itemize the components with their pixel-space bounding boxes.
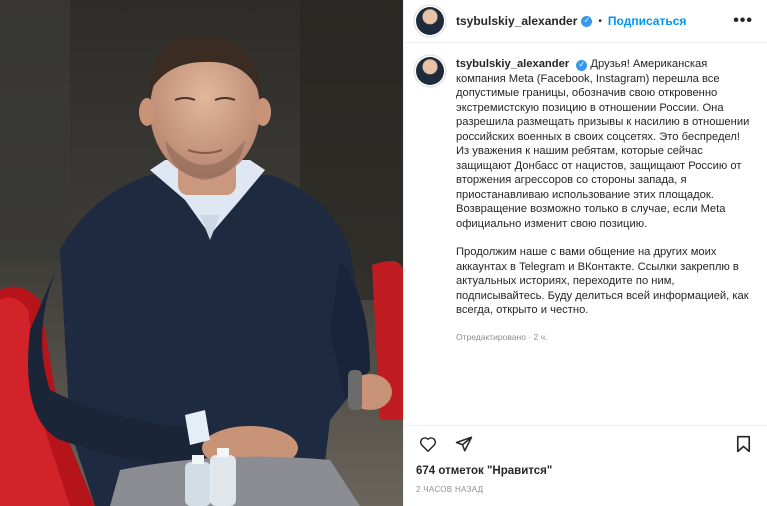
post-photo	[0, 0, 403, 506]
username[interactable]: tsybulskiy_alexander	[456, 14, 577, 28]
avatar[interactable]	[416, 7, 444, 35]
caption-text-1: Друзья! Американская компания Meta (Face…	[456, 58, 750, 230]
bookmark-icon[interactable]	[731, 432, 755, 456]
caption-username[interactable]: tsybulskiy_alexander	[456, 58, 569, 70]
caption-paragraph-1: tsybulskiy_alexander ✓ Друзья! Американс…	[456, 57, 753, 231]
likes-count[interactable]: 674 отметок "Нравится"	[416, 465, 552, 477]
more-options-icon[interactable]: •••	[733, 12, 753, 30]
likes-text: 674 отметок "Нравится"	[416, 465, 553, 477]
follow-button[interactable]: Подписаться	[608, 14, 686, 28]
heart-icon[interactable]	[416, 432, 440, 456]
caption-paragraph-2: Продолжим наше с вами общение на других …	[456, 246, 749, 316]
caption: tsybulskiy_alexander ✓ Друзья! Американс…	[456, 57, 753, 344]
verified-badge-icon: ✓	[581, 15, 593, 27]
post-timestamp: 2 ЧАСОВ НАЗАД	[416, 485, 484, 494]
verified-badge-icon: ✓	[576, 59, 588, 71]
edited-meta: Отредактировано · 2 ч.	[456, 331, 548, 342]
paper-plane-icon[interactable]	[452, 432, 476, 456]
post-header: tsybulskiy_alexander ✓ • Подписаться •••	[404, 0, 767, 43]
caption-row: tsybulskiy_alexander ✓ Друзья! Американс…	[416, 57, 753, 344]
caption-avatar[interactable]	[416, 57, 444, 85]
post-panel: tsybulskiy_alexander ✓ • Подписаться •••…	[403, 0, 767, 506]
action-bar	[404, 425, 767, 461]
post-body: tsybulskiy_alexander ✓ Друзья! Американс…	[404, 43, 767, 415]
separator-dot: •	[598, 15, 602, 27]
